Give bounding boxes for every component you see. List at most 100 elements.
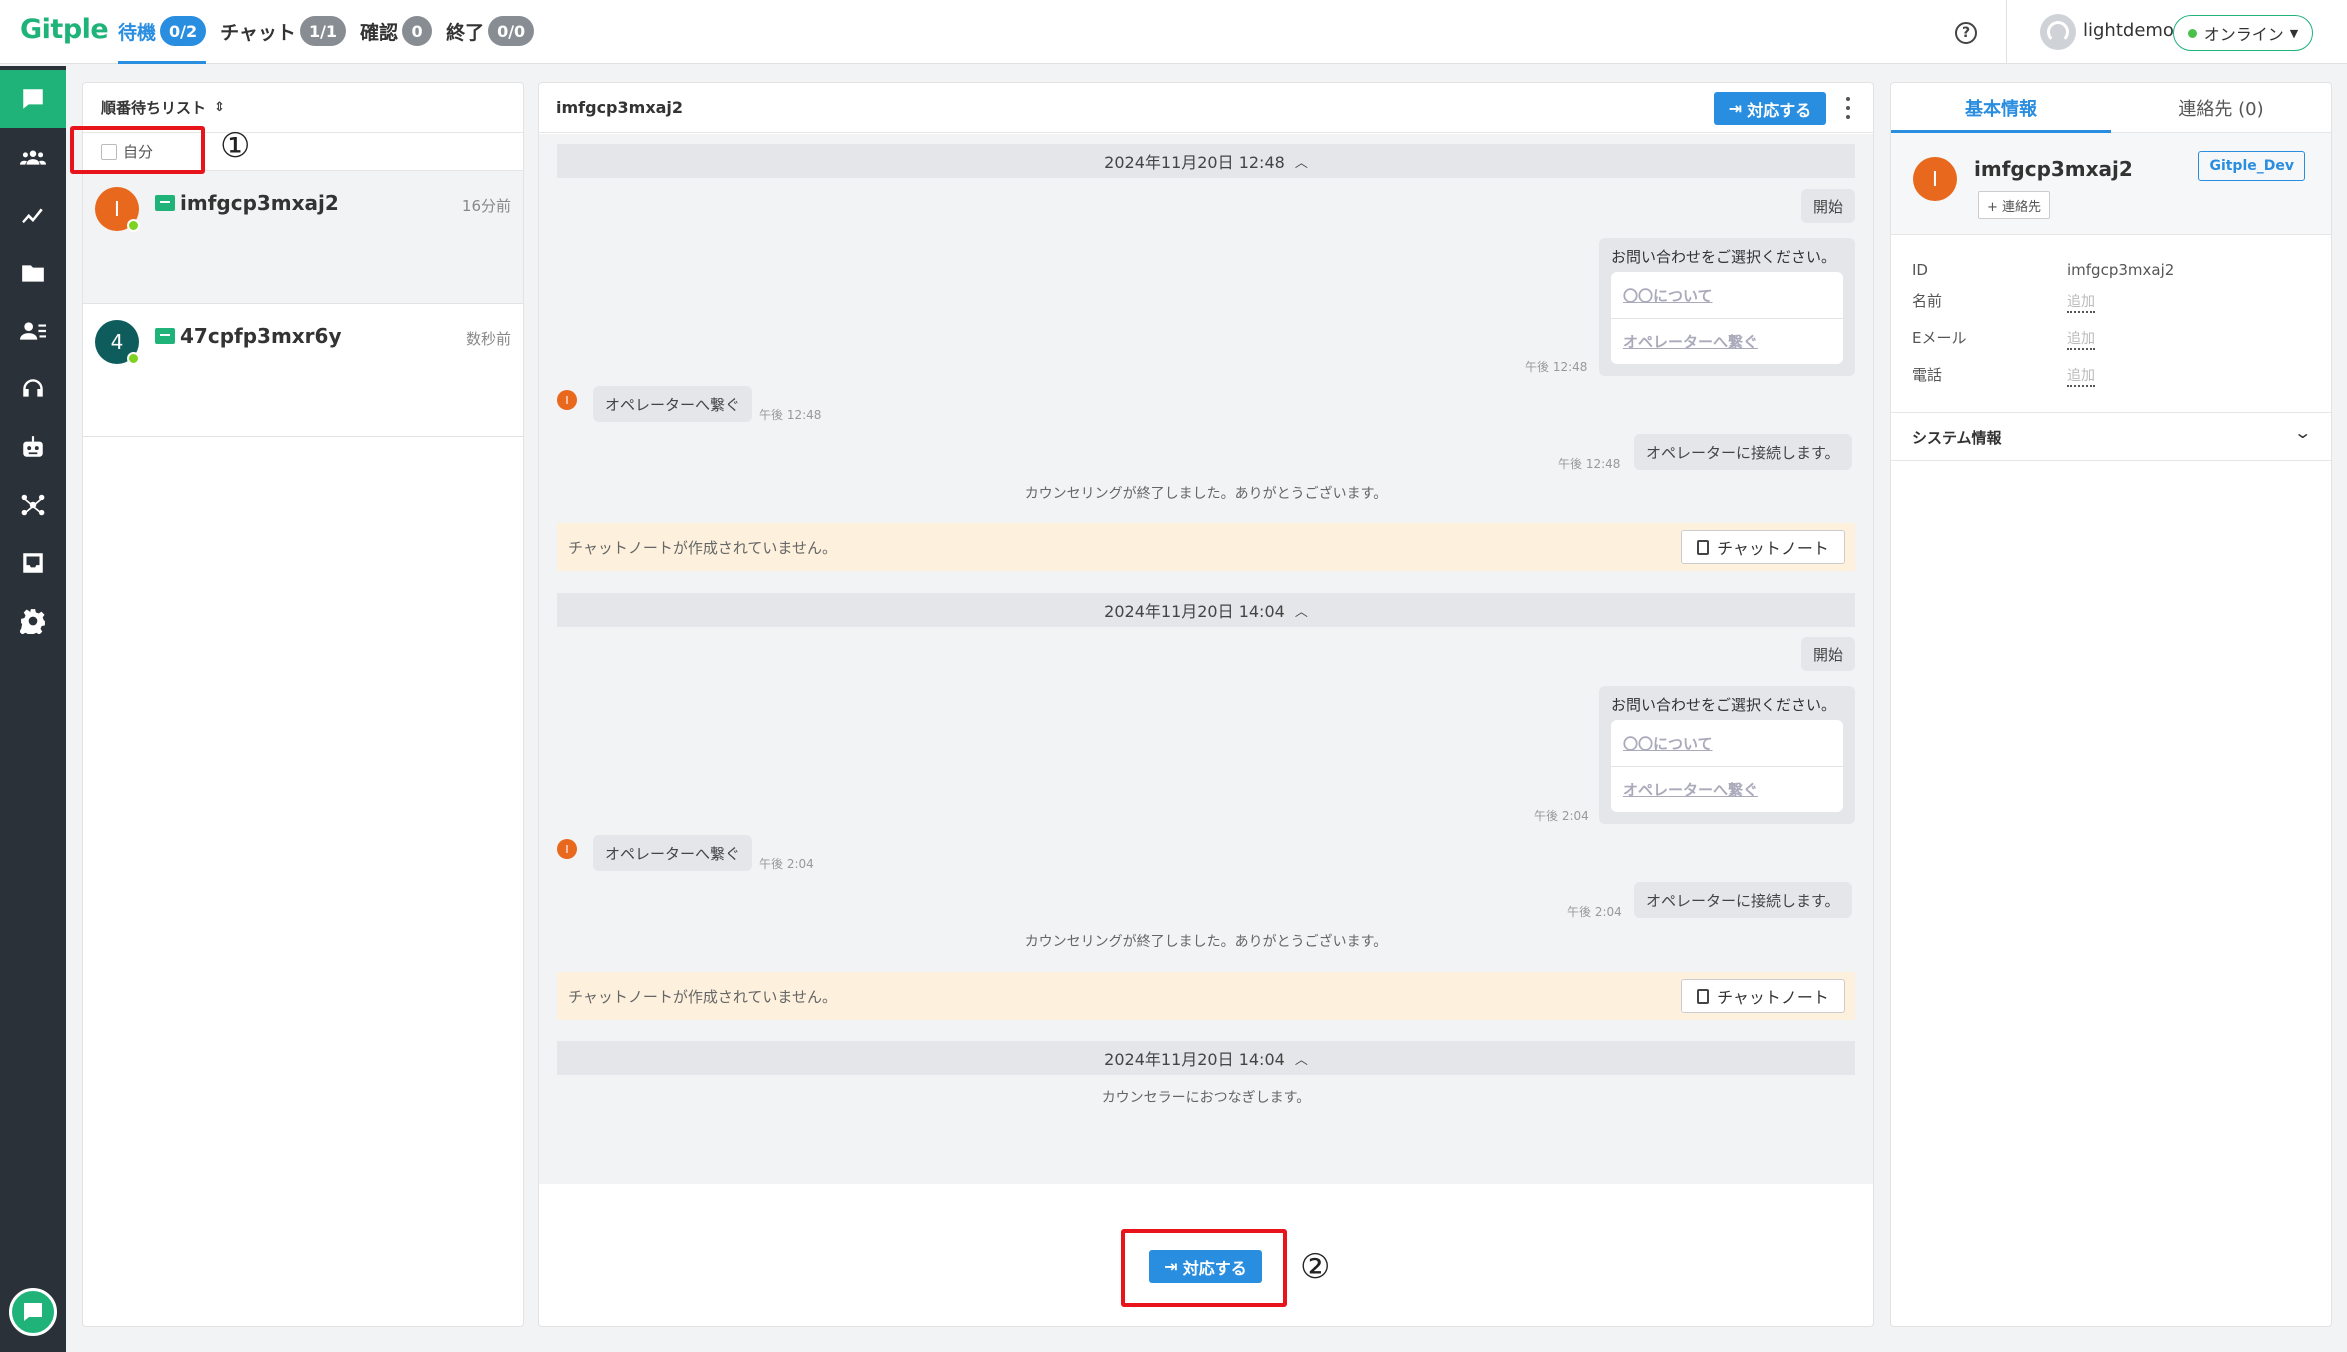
- avatar: I: [1913, 157, 1957, 201]
- session-date: 2024年11月20日 14:04: [1104, 1050, 1285, 1069]
- tab-basic-info[interactable]: 基本情報: [1891, 83, 2111, 133]
- tab-confirm[interactable]: 確認 0: [360, 16, 433, 46]
- headset-icon[interactable]: [0, 360, 66, 418]
- respond-button-header[interactable]: ⇥ 対応する: [1714, 92, 1826, 125]
- info-fields: ID imfgcp3mxaj2 名前 追加 Eメール 追加 電話 追加: [1891, 235, 2331, 413]
- tab-waiting-count: 0/2: [160, 16, 207, 46]
- integration-icon[interactable]: [0, 476, 66, 534]
- queue-item-time: 数秒前: [465, 330, 511, 348]
- start-bubble: 開始: [1801, 637, 1856, 671]
- queue-panel: 順番待ちリスト ⇕ 自分 I imfgcp3mxaj2 16分前 4 47cpf…: [82, 82, 524, 1327]
- session-end-message: カウンセリングが終了しました。ありがとうございます。: [1024, 486, 1388, 502]
- field-value-id: imfgcp3mxaj2: [2067, 261, 2175, 279]
- annotation-number-2: ②: [1300, 1247, 1331, 1287]
- message-time: 午後 2:04: [759, 857, 814, 871]
- status-tabs: 待機 0/2 チャット 1/1 確認 0 終了 0/0: [118, 16, 548, 64]
- more-menu-icon[interactable]: [1843, 95, 1853, 121]
- annotation-box-1: [70, 126, 205, 174]
- info-tabs: 基本情報 連絡先 (0): [1891, 83, 2331, 133]
- headset-avatar-icon: [2047, 21, 2069, 43]
- sort-icon[interactable]: ⇕: [214, 100, 225, 115]
- message-time: 午後 12:48: [1558, 457, 1621, 471]
- field-label-phone: 電話: [1912, 366, 1943, 384]
- online-status-dropdown[interactable]: オンライン ▼: [2173, 15, 2313, 51]
- user-avatar[interactable]: [2040, 14, 2076, 50]
- tab-chat[interactable]: チャット 1/1: [220, 16, 347, 46]
- online-status-label: オンライン: [2203, 25, 2284, 44]
- chevron-up-icon: ︿: [1294, 604, 1308, 620]
- avatar-initial: 4: [110, 330, 124, 354]
- profile-card: I imfgcp3mxaj2 + 連絡先 Gitple_Dev: [1891, 133, 2331, 235]
- bot-icon[interactable]: [0, 418, 66, 476]
- field-add-name[interactable]: 追加: [2067, 291, 2095, 313]
- tab-chat-label: チャット: [220, 21, 296, 44]
- message-time: 午後 12:48: [1525, 360, 1588, 374]
- chat-note-bar: チャットノートが作成されていません。 チャットノート: [557, 972, 1855, 1020]
- document-icon: [1697, 988, 1710, 1004]
- tab-waiting[interactable]: 待機 0/2: [118, 16, 207, 64]
- choice-card: お問い合わせをご選択ください。 〇〇について オペレーターへ繋ぐ: [1599, 238, 1855, 376]
- choice-question: お問い合わせをご選択ください。: [1611, 696, 1837, 714]
- chat-note-text: チャットノートが作成されていません。: [568, 539, 837, 557]
- field-label-email: Eメール: [1912, 329, 1967, 347]
- field-label-name: 名前: [1912, 292, 1943, 310]
- add-contact-button[interactable]: + 連絡先: [1978, 191, 2051, 219]
- avatar-initial: I: [114, 197, 120, 221]
- chevron-down-icon: ⌄: [2292, 423, 2312, 442]
- choice-options: 〇〇について オペレーターへ繋ぐ: [1611, 272, 1843, 364]
- user-name[interactable]: lightdemo: [2083, 20, 2174, 41]
- tab-waiting-label: 待機: [118, 21, 157, 44]
- session-date: 2024年11月20日 12:48: [1104, 153, 1285, 172]
- channel-chat-icon: [155, 195, 175, 211]
- choice-options: 〇〇について オペレーターへ繋ぐ: [1611, 720, 1843, 812]
- left-nav: [0, 66, 66, 1352]
- session-date-bar[interactable]: 2024年11月20日 12:48 ︿: [557, 144, 1855, 178]
- tab-closed-count: 0/0: [488, 16, 535, 46]
- session-date-bar[interactable]: 2024年11月20日 14:04 ︿: [557, 593, 1855, 627]
- choice-option[interactable]: 〇〇について: [1611, 720, 1843, 766]
- chat-icon[interactable]: [0, 70, 66, 128]
- chat-widget-icon[interactable]: [9, 1288, 57, 1336]
- chat-panel: imfgcp3mxaj2 ⇥ 対応する 2024年11月20日 12:48 ︿ …: [538, 82, 1874, 1327]
- inbox-icon[interactable]: [0, 534, 66, 592]
- chevron-up-icon: ︿: [1294, 155, 1308, 171]
- choice-option[interactable]: 〇〇について: [1611, 272, 1843, 318]
- app-tag[interactable]: Gitple_Dev: [2198, 151, 2305, 181]
- top-bar: Gitple 待機 0/2 チャット 1/1 確認 0 終了 0/0 ? lig…: [0, 0, 2347, 64]
- message-time: 午後 2:04: [1534, 809, 1589, 823]
- queue-item-name: imfgcp3mxaj2: [180, 191, 339, 215]
- start-bubble: 開始: [1801, 189, 1856, 223]
- online-dot-icon: [127, 219, 140, 232]
- message-time: 午後 12:48: [759, 408, 822, 422]
- annotation-box-2: [1121, 1229, 1287, 1307]
- question-icon[interactable]: ?: [1955, 22, 1977, 44]
- queue-title: 順番待ちリスト: [101, 99, 207, 117]
- message-time: 午後 2:04: [1567, 905, 1622, 919]
- field-add-email[interactable]: 追加: [2067, 328, 2095, 350]
- choice-question: お問い合わせをご選択ください。: [1611, 248, 1837, 266]
- respond-label: 対応する: [1747, 100, 1812, 120]
- gitple-logo: Gitple: [20, 14, 109, 45]
- chat-note-bar: チャットノートが作成されていません。 チャットノート: [557, 523, 1855, 571]
- contacts-icon[interactable]: [0, 302, 66, 360]
- tab-closed[interactable]: 終了 0/0: [446, 16, 535, 46]
- tab-contacts[interactable]: 連絡先 (0): [2111, 83, 2331, 132]
- queue-item[interactable]: 4 47cpfp3mxr6y 数秒前: [83, 304, 523, 437]
- team-icon[interactable]: [0, 128, 66, 186]
- info-panel: 基本情報 連絡先 (0) I imfgcp3mxaj2 + 連絡先 Gitple…: [1890, 82, 2332, 1327]
- stats-icon[interactable]: [0, 186, 66, 244]
- chat-note-button[interactable]: チャットノート: [1681, 979, 1845, 1013]
- field-add-phone[interactable]: 追加: [2067, 365, 2095, 387]
- choice-option[interactable]: オペレーターへ繋ぐ: [1611, 318, 1843, 364]
- chat-messages[interactable]: 2024年11月20日 12:48 ︿ 開始 お問い合わせをご選択ください。 〇…: [539, 134, 1873, 1184]
- session-date-bar[interactable]: 2024年11月20日 14:04 ︿: [557, 1041, 1855, 1075]
- queue-item[interactable]: I imfgcp3mxaj2 16分前: [83, 171, 523, 304]
- system-info-toggle[interactable]: システム情報 ⌄: [1891, 413, 2331, 461]
- channel-chat-icon: [155, 328, 175, 344]
- folder-icon[interactable]: [0, 244, 66, 302]
- chat-note-text: チャットノートが作成されていません。: [568, 988, 837, 1006]
- session-end-message: カウンセリングが終了しました。ありがとうございます。: [1024, 934, 1388, 950]
- chat-note-button[interactable]: チャットノート: [1681, 530, 1845, 564]
- choice-option[interactable]: オペレーターへ繋ぐ: [1611, 766, 1843, 812]
- settings-icon[interactable]: [0, 592, 66, 650]
